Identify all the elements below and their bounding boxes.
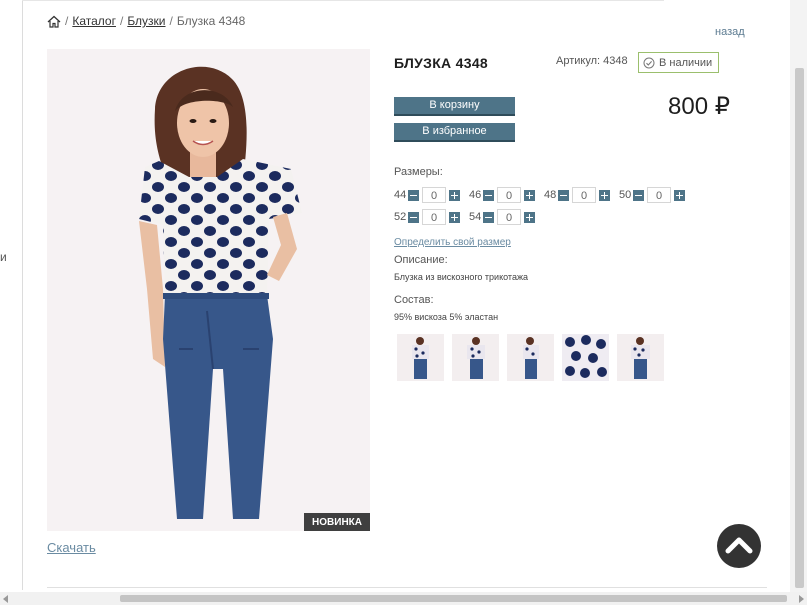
size-selector-44: 44 0 [394, 187, 460, 203]
size-row: 52 0 54 0 [394, 209, 544, 225]
plus-button[interactable] [524, 189, 535, 201]
add-to-cart-button[interactable]: В корзину [394, 97, 515, 116]
stock-badge: В наличии [638, 52, 720, 73]
product-photo[interactable]: НОВИНКА [47, 49, 370, 531]
horizontal-scrollbar[interactable] [0, 592, 807, 605]
product-photo-image [47, 49, 370, 531]
size-selector-48: 48 0 [544, 187, 610, 203]
thumbnail[interactable] [397, 334, 444, 381]
thumbnail[interactable] [562, 334, 609, 381]
size-label: 44 [394, 189, 407, 201]
plus-button[interactable] [524, 211, 535, 223]
scroll-to-top-button[interactable] [717, 524, 761, 568]
left-edge-text: и [0, 250, 7, 264]
plus-button[interactable] [599, 189, 610, 201]
thumbnail[interactable] [507, 334, 554, 381]
size-row: 44 0 46 0 48 0 50 0 [394, 187, 694, 203]
breadcrumb: / Каталог / Блузки / Блузка 4348 [47, 14, 245, 28]
size-label: 48 [544, 189, 557, 201]
quantity-input[interactable]: 0 [497, 209, 521, 225]
sizes-label: Размеры: [394, 166, 443, 178]
price: 800 ₽ [668, 93, 730, 120]
size-selector-52: 52 0 [394, 209, 460, 225]
thumbnail[interactable] [452, 334, 499, 381]
scroll-left-arrow-icon[interactable] [3, 595, 8, 603]
plus-button[interactable] [449, 189, 460, 201]
breadcrumb-current: Блузка 4348 [176, 14, 246, 28]
product-title: БЛУЗКА 4348 [394, 55, 489, 71]
minus-button[interactable] [408, 211, 419, 223]
composition-text: 95% вискоза 5% эластан [394, 312, 499, 322]
bottom-divider [47, 587, 767, 588]
add-to-favorites-button[interactable]: В избранное [394, 123, 515, 142]
breadcrumb-separator: / [169, 14, 173, 28]
quantity-input[interactable]: 0 [647, 187, 671, 203]
sku-label: Артикул: 4348 [556, 55, 628, 67]
size-label: 50 [619, 189, 632, 201]
download-link[interactable]: Скачать [47, 540, 96, 555]
plus-button[interactable] [674, 189, 685, 201]
size-selector-50: 50 0 [619, 187, 685, 203]
back-link[interactable]: назад [715, 26, 745, 38]
new-badge: НОВИНКА [304, 513, 370, 531]
home-icon[interactable] [47, 15, 61, 28]
stock-label: В наличии [659, 56, 713, 69]
size-label: 54 [469, 211, 482, 223]
breadcrumb-separator: / [65, 14, 69, 28]
top-divider [22, 0, 664, 1]
thumbnail-strip [397, 334, 664, 381]
scroll-right-arrow-icon[interactable] [799, 595, 804, 603]
quantity-input[interactable]: 0 [422, 209, 446, 225]
horizontal-scrollbar-thumb[interactable] [120, 595, 787, 602]
description-label: Описание: [394, 254, 448, 266]
breadcrumb-link-catalog[interactable]: Каталог [72, 14, 116, 28]
minus-button[interactable] [558, 189, 569, 201]
composition-label: Состав: [394, 294, 434, 306]
minus-button[interactable] [408, 189, 419, 201]
minus-button[interactable] [483, 211, 494, 223]
breadcrumb-separator: / [119, 14, 124, 28]
chevron-up-icon [725, 537, 753, 554]
size-guide-link[interactable]: Определить свой размер [394, 237, 511, 248]
size-selector-46: 46 0 [469, 187, 535, 203]
quantity-input[interactable]: 0 [572, 187, 596, 203]
vertical-scrollbar[interactable] [790, 0, 807, 605]
size-label: 52 [394, 211, 407, 223]
size-label: 46 [469, 189, 482, 201]
quantity-input[interactable]: 0 [422, 187, 446, 203]
description-text: Блузка из вискозного трикотажа [394, 272, 528, 282]
breadcrumb-link-blouses[interactable]: Блузки [127, 14, 165, 28]
size-selector-54: 54 0 [469, 209, 535, 225]
left-rail-divider [22, 0, 23, 590]
check-circle-icon [643, 57, 655, 68]
plus-button[interactable] [449, 211, 460, 223]
minus-button[interactable] [483, 189, 494, 201]
minus-button[interactable] [633, 189, 644, 201]
thumbnail[interactable] [617, 334, 664, 381]
quantity-input[interactable]: 0 [497, 187, 521, 203]
vertical-scrollbar-thumb[interactable] [795, 68, 804, 588]
